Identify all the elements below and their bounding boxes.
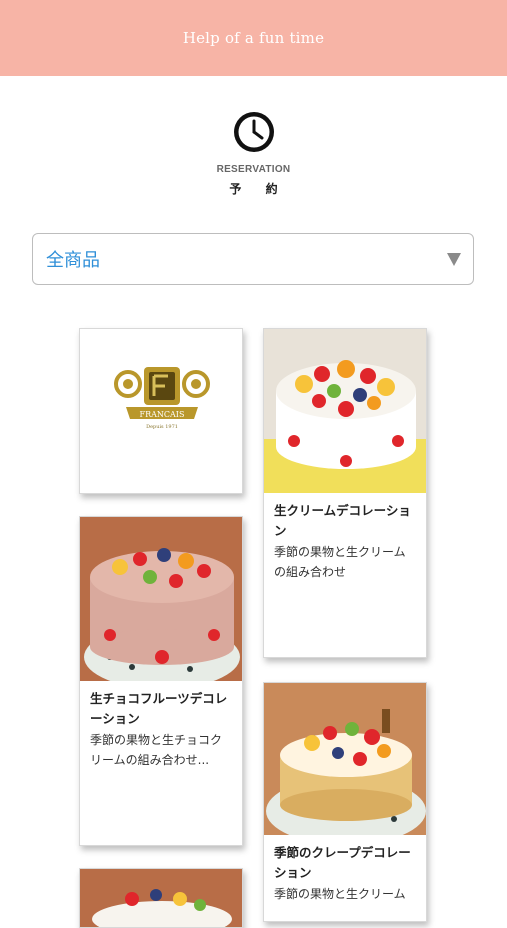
product-image [80,517,242,681]
product-name: 季節のクレープデコレーション [274,845,411,880]
product-image [264,683,426,835]
product-description: 季節の果物と生クリーム [274,887,406,901]
dropdown-arrow-icon [447,253,461,266]
product-card[interactable] [79,868,243,928]
header-title: Help of a fun time [182,29,325,47]
brand-logo-card: FRANCAIS Depuis 1971 [79,328,243,494]
reservation-logo: RESERVATION 予 約 [0,110,507,197]
product-description: 季節の果物と生チョコクリームの組み合わせ... [90,733,223,767]
clock-icon [233,112,274,152]
app-header: Help of a fun time [0,0,507,76]
product-image [264,329,426,493]
product-name: 生チョコフルーツデコレーション [90,691,228,726]
product-card[interactable]: 生クリームデコレーション 季節の果物と生クリームの組み合わせ [263,328,427,658]
product-description: 季節の果物と生クリームの組み合わせ [274,545,406,579]
section-title-jp: 予 約 [229,182,288,196]
category-select[interactable]: 全商品 [32,233,474,285]
product-image [80,869,242,927]
brand-logo-text: FRANCAIS [140,410,185,419]
brand-logo-subtext: Depuis 1971 [146,424,178,430]
brand-crest-logo: FRANCAIS Depuis 1971 [80,329,242,493]
category-select-value: 全商品 [46,250,100,271]
product-name: 生クリームデコレーション [274,503,411,538]
section-title-en: RESERVATION [216,164,291,175]
product-card[interactable]: 季節のクレープデコレーション 季節の果物と生クリーム [263,682,427,922]
product-card[interactable]: 生チョコフルーツデコレーション 季節の果物と生チョコクリームの組み合わせ... [79,516,243,846]
